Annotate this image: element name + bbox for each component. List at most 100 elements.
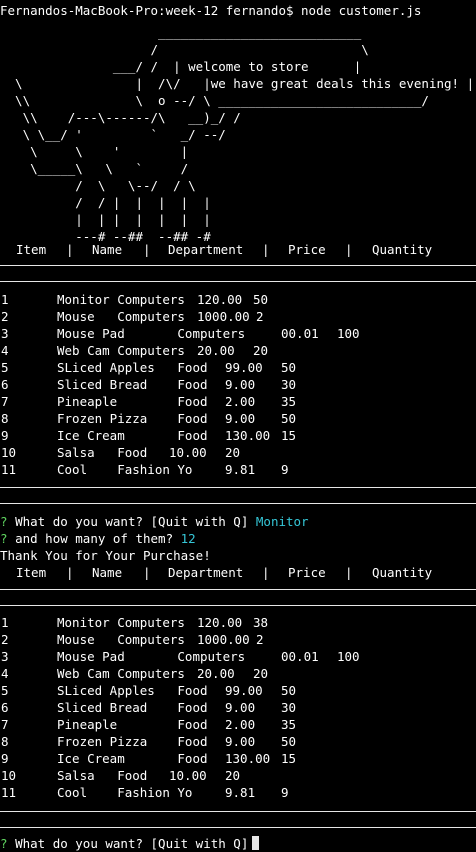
- quantity-cell: 20: [253, 343, 269, 358]
- terminal-window[interactable]: Fernandos-MacBook-Pro:week-12 fernando$ …: [0, 0, 476, 852]
- name-department-cell: Pineaple Food: [57, 394, 208, 409]
- price-cell: 00.01: [281, 649, 319, 664]
- item-id-cell: 4: [1, 666, 9, 681]
- column-separator: |: [143, 242, 151, 257]
- column-header: Price: [288, 242, 326, 257]
- item-id-cell: 11: [1, 462, 17, 477]
- ascii-art-line: \ \ ' |: [0, 144, 189, 159]
- prompt-mark: ?: [0, 531, 8, 546]
- table-divider: [0, 811, 476, 812]
- question-prompt: ? What do you want? [Quit with Q] Monito…: [0, 513, 309, 530]
- quantity-cell: 50: [253, 292, 269, 307]
- column-separator: |: [345, 565, 353, 580]
- column-header: Name: [92, 565, 123, 580]
- table-divider: [0, 589, 476, 590]
- price-cell: 20.00: [197, 666, 235, 681]
- item-id-cell: 10: [1, 768, 17, 783]
- quantity-cell: 30: [281, 377, 297, 392]
- item-id-cell: 5: [1, 360, 9, 375]
- price-cell: 9.00: [225, 734, 256, 749]
- quantity-cell: 30: [281, 700, 297, 715]
- column-header: Name: [92, 242, 123, 257]
- name-department-cell: Frozen Pizza Food: [57, 411, 208, 426]
- item-id-cell: 1: [1, 615, 9, 630]
- table-divider: [0, 487, 476, 488]
- quantity-cell: 50: [281, 683, 297, 698]
- quantity-cell: 15: [281, 751, 297, 766]
- quantity-cell: 50: [281, 734, 297, 749]
- name-department-cell: Salsa Food: [57, 768, 148, 783]
- column-separator: |: [143, 565, 151, 580]
- column-separator: |: [66, 565, 74, 580]
- input-prompt[interactable]: ? What do you want? [Quit with Q]: [0, 835, 260, 852]
- name-department-cell: Cool Fashion Yo: [57, 785, 193, 800]
- name-department-cell: Salsa Food: [57, 445, 148, 460]
- ascii-art-line: | | | | | | |: [0, 212, 211, 227]
- ascii-art-line: / \: [0, 42, 369, 57]
- column-header: Item: [16, 242, 47, 257]
- item-id-cell: 10: [1, 445, 17, 460]
- ascii-art-line: \\ \ o --/ \ ___________________________…: [0, 93, 429, 108]
- quantity-cell: 20: [253, 666, 269, 681]
- price-cell: 2.00: [225, 717, 256, 732]
- name-department-cell: Web Cam Computers: [57, 666, 185, 681]
- question-text: and how many of them?: [15, 531, 174, 546]
- name-department-cell: Cool Fashion Yo: [57, 462, 193, 477]
- item-id-cell: 3: [1, 649, 9, 664]
- answer-text[interactable]: 12: [181, 531, 196, 546]
- name-department-cell: SLiced Apples Food: [57, 360, 208, 375]
- price-cell: 120.00: [197, 615, 243, 630]
- price-cell: 130.00: [225, 751, 271, 766]
- price-cell: 9.00: [225, 700, 256, 715]
- column-header: Quantity: [372, 565, 433, 580]
- item-id-cell: 2: [1, 309, 9, 324]
- column-separator: |: [262, 565, 270, 580]
- name-department-cell: Ice Cream Food: [57, 428, 208, 443]
- item-id-cell: 4: [1, 343, 9, 358]
- price-cell: 2.00: [225, 394, 256, 409]
- quantity-cell: 38: [253, 615, 269, 630]
- ascii-art-line: \\ /---\------/\ __)_/ /: [0, 110, 241, 125]
- item-id-cell: 2: [1, 632, 9, 647]
- price-cell: 1000.00: [197, 632, 250, 647]
- column-separator: |: [345, 242, 353, 257]
- price-cell: 9.00: [225, 411, 256, 426]
- column-header: Department: [168, 565, 244, 580]
- purchase-message: Thank You for Your Purchase!: [0, 548, 211, 563]
- shell-prompt-line: Fernandos-MacBook-Pro:week-12 fernando$ …: [0, 3, 422, 18]
- column-separator: |: [262, 242, 270, 257]
- column-header: Quantity: [372, 242, 433, 257]
- item-id-cell: 8: [1, 411, 9, 426]
- prompt-mark: ?: [0, 514, 8, 529]
- quantity-cell: 50: [281, 360, 297, 375]
- ascii-art-line: \ \__/ ' ` _/ --/: [0, 127, 226, 142]
- name-department-cell: Mouse Pad Computers: [57, 326, 246, 341]
- price-cell: 1000.00: [197, 309, 250, 324]
- table-divider: [0, 605, 476, 606]
- ascii-art-line: \ | /\/ |we have great deals this evenin…: [0, 76, 475, 91]
- name-department-cell: Web Cam Computers: [57, 343, 185, 358]
- table-divider: [0, 265, 476, 266]
- price-cell: 99.00: [225, 360, 263, 375]
- table-divider: [0, 281, 476, 282]
- answer-text[interactable]: Monitor: [256, 514, 309, 529]
- name-department-cell: Ice Cream Food: [57, 751, 208, 766]
- quantity-cell: 9: [281, 462, 289, 477]
- item-id-cell: 7: [1, 717, 9, 732]
- quantity-cell: 100: [337, 649, 360, 664]
- price-cell: 10.00: [169, 768, 207, 783]
- name-department-cell: Sliced Bread Food: [57, 377, 208, 392]
- name-department-cell: Mouse Pad Computers: [57, 649, 246, 664]
- ascii-art-line: ___________________________: [0, 25, 362, 40]
- price-cell: 20.00: [197, 343, 235, 358]
- name-department-cell: Pineaple Food: [57, 717, 208, 732]
- name-department-cell: Monitor Computers: [57, 292, 185, 307]
- quantity-cell: 20: [225, 768, 241, 783]
- price-cell: 130.00: [225, 428, 271, 443]
- name-department-cell: Mouse Computers: [57, 309, 185, 324]
- question-text: What do you want? [Quit with Q]: [15, 836, 249, 851]
- item-id-cell: 1: [1, 292, 9, 307]
- column-header: Item: [16, 565, 47, 580]
- ascii-art-line: \_____\ \ ` /: [0, 161, 189, 176]
- ascii-art-line: ___/ / | welcome to store |: [0, 59, 362, 74]
